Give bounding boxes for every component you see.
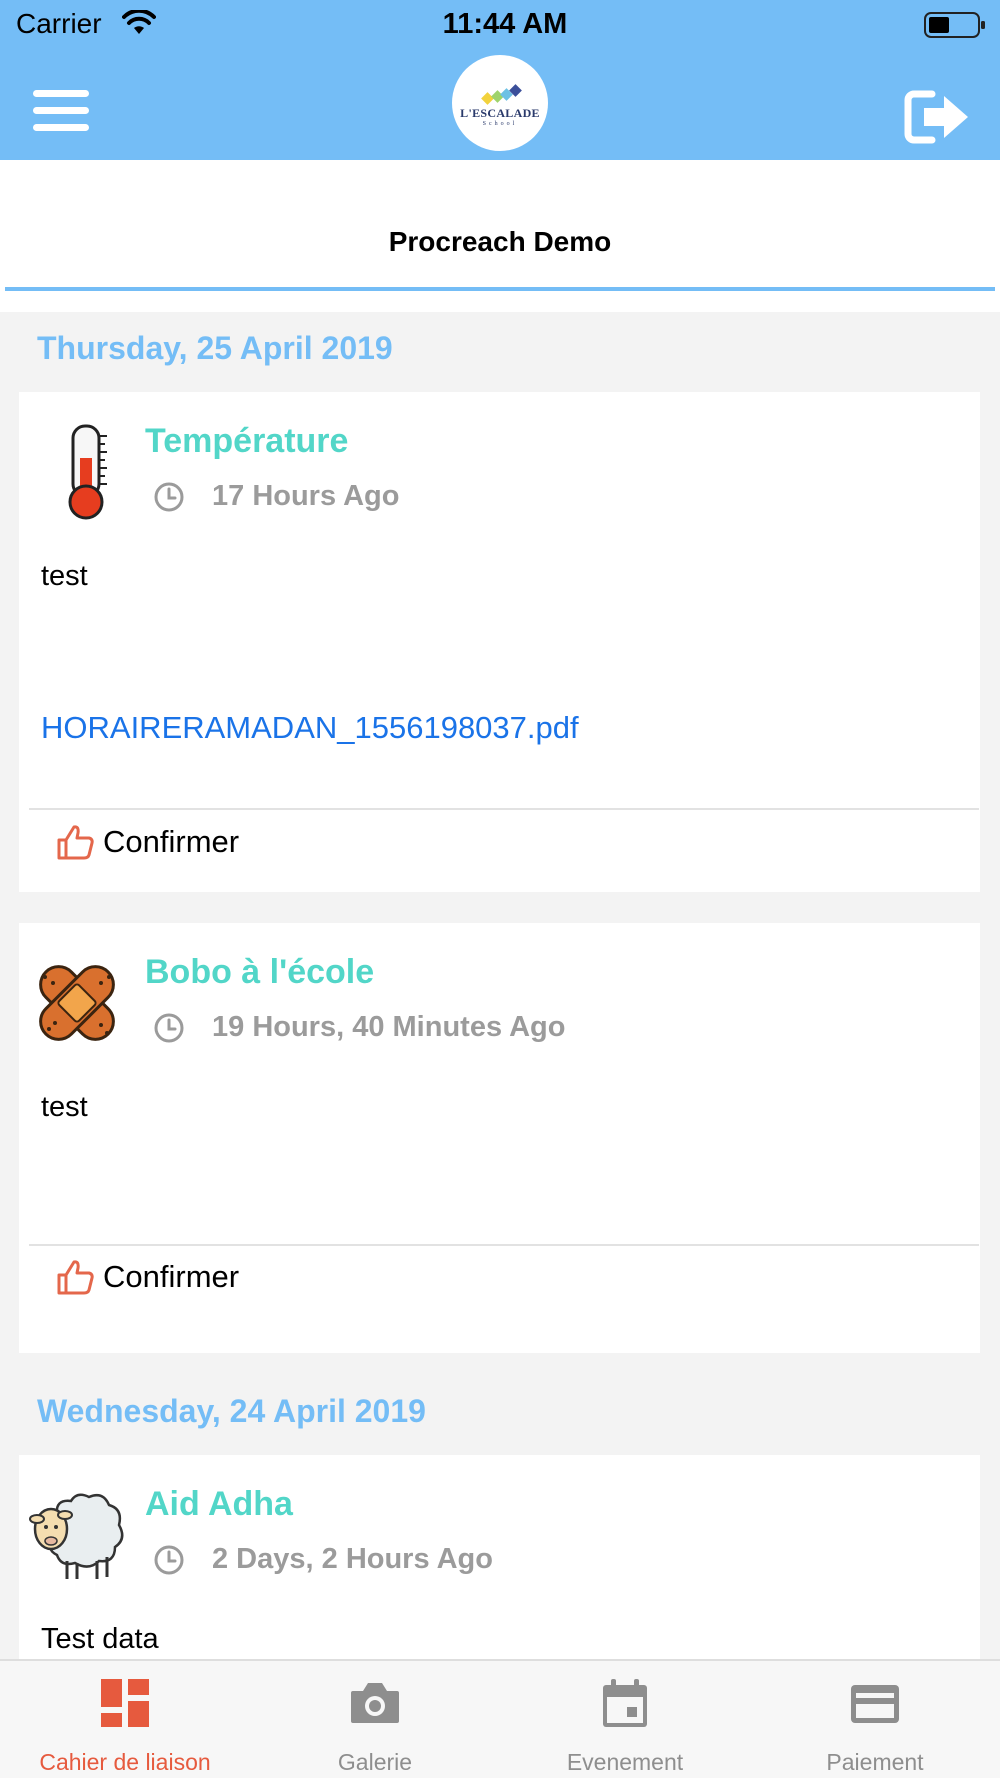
clock-icon (154, 482, 184, 512)
feed-card: Température 17 Hours Ago test HORAIRERAM… (19, 392, 980, 892)
tab-galerie[interactable]: Galerie (250, 1661, 500, 1778)
card-title: Bobo à l'école (145, 953, 375, 991)
page-title: Procreach Demo (388, 226, 612, 257)
status-bar: Carrier 11:44 AM (0, 0, 1000, 50)
logo-subtitle: School (482, 120, 518, 127)
date-header: Wednesday, 24 April 2019 (37, 1393, 426, 1429)
feed-card: Bobo à l'école 19 Hours, 40 Minutes Ago … (19, 923, 980, 1353)
hamburger-menu-icon[interactable] (33, 90, 89, 140)
tab-cahier-de-liaison[interactable]: Cahier de liaison (0, 1661, 250, 1778)
card-time-ago: 2 Days, 2 Hours Ago (212, 1543, 493, 1575)
card-body: test (41, 1091, 88, 1123)
confirm-label: Confirmer (103, 824, 240, 859)
feed-card: Aid Adha 2 Days, 2 Hours Ago Test data (19, 1455, 980, 1659)
dashboard-icon (101, 1679, 149, 1727)
thumbs-up-icon (57, 825, 94, 860)
tab-evenement[interactable]: Evenement (500, 1661, 750, 1778)
tab-label: Cahier de liaison (39, 1749, 211, 1775)
card-time-ago: 19 Hours, 40 Minutes Ago (212, 1011, 566, 1043)
calendar-icon (603, 1679, 647, 1727)
confirm-button[interactable]: Confirmer (55, 820, 239, 864)
title-underline (5, 287, 995, 291)
card-title: Température (145, 422, 349, 460)
card-title: Aid Adha (145, 1485, 293, 1523)
school-logo: L'ESCALADE School (452, 55, 548, 151)
card-divider (29, 808, 979, 810)
card-body: test (41, 560, 88, 592)
confirm-button[interactable]: Confirmer (55, 1255, 239, 1299)
logo-name: L'ESCALADE (460, 105, 540, 120)
battery-icon (924, 12, 985, 38)
attachment-link[interactable]: HORAIRERAMADAN_1556198037.pdf (41, 710, 579, 746)
tab-label: Evenement (566, 1749, 684, 1775)
app-header: Carrier 11:44 AM L'ESCALADE School (0, 0, 1000, 160)
tab-label: Paiement (826, 1749, 924, 1775)
credit-card-icon (851, 1685, 899, 1723)
confirm-label: Confirmer (103, 1259, 240, 1294)
clock-time: 11:44 AM (442, 8, 568, 40)
logout-icon[interactable] (902, 88, 972, 146)
sheep-icon (29, 1493, 124, 1579)
thumbs-up-icon (57, 1260, 94, 1295)
tab-label: Galerie (337, 1749, 413, 1775)
camera-icon (351, 1683, 399, 1723)
logo-diamonds-icon (481, 83, 522, 105)
date-header: Thursday, 25 April 2019 (37, 330, 393, 366)
clock-icon (154, 1545, 184, 1575)
thermometer-icon (68, 424, 107, 520)
card-time-ago: 17 Hours Ago (212, 480, 400, 512)
tab-paiement[interactable]: Paiement (750, 1661, 1000, 1778)
bandage-icon (39, 965, 115, 1041)
card-divider (29, 1244, 979, 1246)
bottom-tab-bar: Cahier de liaison Galerie Evenement Paie… (0, 1659, 1000, 1778)
clock-icon (154, 1013, 184, 1043)
card-body: Test data (41, 1623, 159, 1655)
